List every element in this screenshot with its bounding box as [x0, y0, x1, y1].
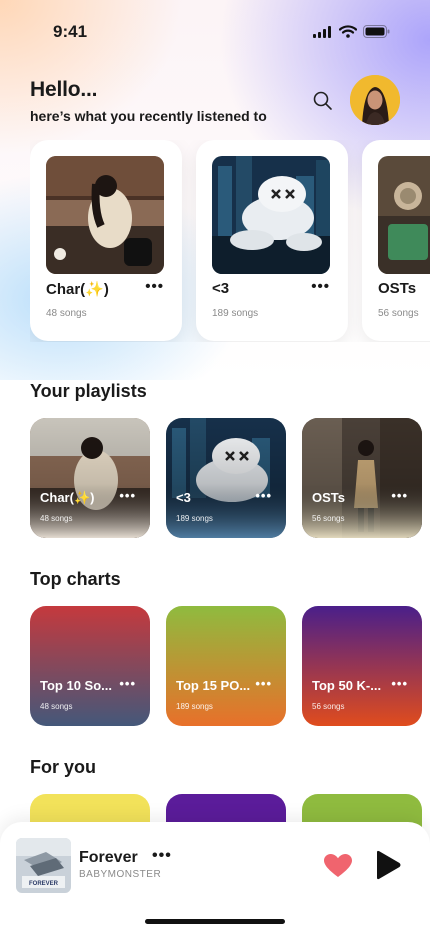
chart-count: 48 songs	[40, 702, 73, 711]
avatar-portrait-icon	[350, 75, 400, 125]
home-indicator	[145, 919, 285, 924]
playlist-count: 189 songs	[176, 514, 213, 523]
recent-card-title: Char(✨)	[46, 281, 109, 298]
more-options-icon[interactable]: •••	[311, 278, 330, 295]
now-playing-cover: FOREVER	[16, 838, 71, 893]
playlist-title: <3	[176, 490, 191, 505]
recent-card-count: 189 songs	[212, 308, 259, 319]
status-icons	[313, 25, 390, 38]
cover-text: FOREVER	[29, 881, 59, 887]
search-icon[interactable]	[312, 90, 334, 112]
chart-count: 189 songs	[176, 702, 213, 711]
chart-title: Top 10 So...	[40, 678, 112, 693]
more-options-icon[interactable]: •••	[391, 488, 408, 503]
recent-card-title: <3	[212, 280, 230, 297]
wifi-icon	[339, 25, 357, 38]
heart-icon[interactable]	[324, 854, 352, 878]
recent-card[interactable]: Char(✨) ••• 48 songs	[30, 140, 182, 341]
recent-carousel[interactable]: Char(✨) ••• 48 songs <3 ••• 189 songs OS…	[30, 140, 430, 342]
chart-tile[interactable]: Top 10 So... ••• 48 songs	[30, 606, 150, 726]
now-playing-artist: BABYMONSTER	[79, 869, 162, 880]
play-icon[interactable]	[372, 850, 402, 880]
recent-card-count: 48 songs	[46, 308, 87, 319]
mini-player[interactable]: FOREVER Forever ••• BABYMONSTER	[0, 822, 430, 932]
now-playing-title: Forever	[79, 849, 138, 866]
avatar[interactable]	[350, 75, 400, 125]
more-options-icon[interactable]: •••	[119, 676, 136, 691]
playlist-title: Char(✨)	[40, 490, 95, 505]
more-options-icon[interactable]: •••	[255, 488, 272, 503]
playlist-count: 48 songs	[40, 514, 73, 523]
more-options-icon[interactable]: •••	[152, 847, 172, 865]
chart-title: Top 15 PO...	[176, 678, 251, 693]
status-time: 9:41	[53, 22, 88, 41]
recent-card[interactable]: OSTs ••• 56 songs	[362, 140, 430, 341]
status-bar: 9:41	[0, 0, 430, 60]
playlist-tile[interactable]: OSTs ••• 56 songs	[302, 418, 422, 538]
recent-card-artwork	[378, 156, 430, 274]
chart-tile[interactable]: Top 15 PO... ••• 189 songs	[166, 606, 286, 726]
signal-icon	[313, 25, 331, 38]
playlists-carousel[interactable]: Char(✨) ••• 48 songs <3 ••• 189 songs OS…	[30, 418, 430, 540]
playlist-tile[interactable]: <3 ••• 189 songs	[166, 418, 286, 538]
chart-count: 56 songs	[312, 702, 345, 711]
section-title-playlists: Your playlists	[30, 381, 147, 401]
more-options-icon[interactable]: •••	[255, 676, 272, 691]
more-options-icon[interactable]: •••	[119, 488, 136, 503]
playlist-count: 56 songs	[312, 514, 345, 523]
playlist-title: OSTs	[312, 490, 345, 505]
recent-card-artwork	[46, 156, 164, 274]
recent-card-count: 56 songs	[378, 308, 419, 319]
recent-card-title: OSTs	[378, 280, 417, 297]
more-options-icon[interactable]: •••	[145, 278, 164, 295]
battery-icon	[363, 25, 390, 38]
header: Hello... here’s what you recently listen…	[30, 75, 410, 128]
charts-carousel[interactable]: Top 10 So... ••• 48 songs Top 15 PO... •…	[30, 606, 430, 728]
section-title-for-you: For you	[30, 757, 96, 777]
playlist-tile[interactable]: Char(✨) ••• 48 songs	[30, 418, 150, 538]
chart-tile[interactable]: Top 50 K-... ••• 56 songs	[302, 606, 422, 726]
section-title-top-charts: Top charts	[30, 569, 121, 589]
chart-title: Top 50 K-...	[312, 678, 382, 693]
more-options-icon[interactable]: •••	[391, 676, 408, 691]
recent-card[interactable]: <3 ••• 189 songs	[196, 140, 348, 341]
recent-card-artwork	[212, 156, 330, 274]
